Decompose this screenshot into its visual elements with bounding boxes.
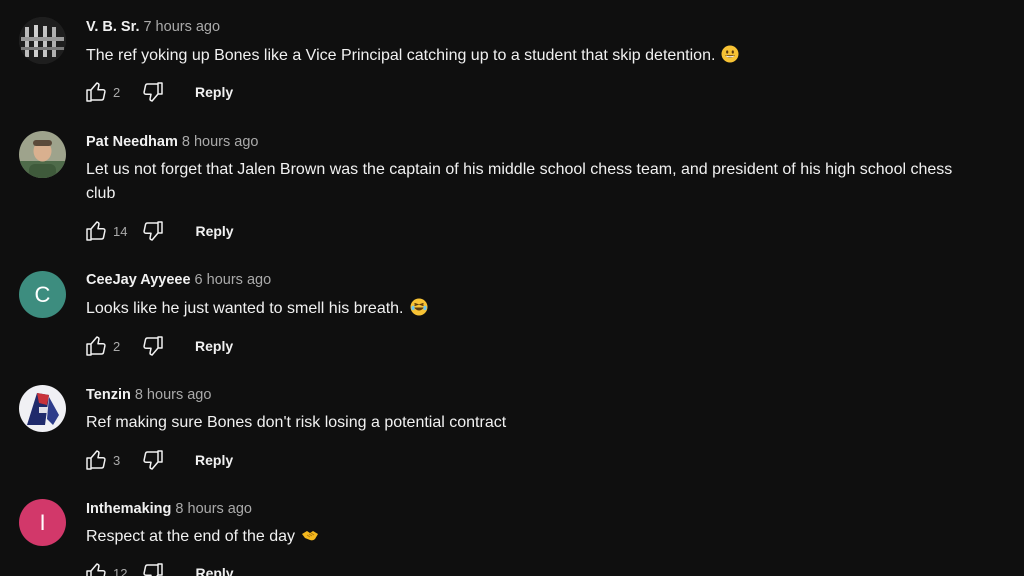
comment-body: Respect at the end of the day [86, 528, 296, 545]
comment-text: Respect at the end of the day [86, 525, 986, 549]
comment-actions: 3 Reply [84, 448, 233, 472]
like-count: 3 [113, 452, 121, 468]
comment-meta: Tenzin 8 hours ago [86, 387, 211, 403]
reply-button[interactable]: Reply [195, 452, 233, 468]
comment-author[interactable]: CeeJay Ayyeee [86, 272, 191, 288]
avatar-letter: C [34, 281, 51, 307]
thumbs-up-icon[interactable] [84, 448, 108, 472]
avatar-photo [19, 131, 66, 178]
thumbs-down-icon[interactable] [141, 219, 165, 243]
comment-meta: CeeJay Ayyeee 6 hours ago [86, 272, 271, 288]
comment-meta: Inthemaking 8 hours ago [86, 501, 252, 517]
laughing-face-icon [410, 298, 427, 316]
comment-body: Looks like he just wanted to smell his b… [86, 300, 404, 317]
like-count: 14 [113, 223, 128, 239]
comments-list: V. B. Sr. 7 hours ago The ref yoking up B… [0, 0, 1024, 576]
like-count: 2 [113, 84, 121, 100]
comment-body: Ref making sure Bones don't risk losing … [86, 414, 507, 431]
thumbs-up-icon[interactable] [84, 334, 108, 358]
comment-text: Let us not forget that Jalen Brown was t… [86, 158, 986, 206]
avatar[interactable] [19, 131, 66, 178]
thumbs-down-icon[interactable] [141, 448, 165, 472]
comment-actions: 2 Reply [84, 334, 233, 358]
thumbs-up-icon[interactable] [84, 561, 108, 576]
thumbs-up-icon[interactable] [84, 219, 108, 243]
thumbs-up-icon[interactable] [84, 80, 108, 104]
handshake-icon [302, 531, 319, 541]
comment-time[interactable]: 8 hours ago [135, 387, 212, 403]
reply-button[interactable]: Reply [195, 84, 233, 100]
comment-time[interactable]: 6 hours ago [195, 272, 272, 288]
comment-author[interactable]: Tenzin [86, 387, 131, 403]
comment-time[interactable]: 8 hours ago [182, 134, 259, 150]
like-count: 12 [113, 565, 128, 576]
avatar[interactable]: C [19, 271, 66, 318]
avatar-letter: I [39, 509, 46, 535]
comment-text: The ref yoking up Bones like a Vice Prin… [86, 44, 986, 68]
avatar-photo [19, 385, 66, 432]
reply-button[interactable]: Reply [195, 565, 233, 576]
comment-time[interactable]: 8 hours ago [175, 501, 252, 517]
comment-meta: V. B. Sr. 7 hours ago [86, 19, 220, 35]
thumbs-down-icon[interactable] [141, 561, 165, 576]
comment-body: The ref yoking up Bones like a Vice Prin… [86, 47, 716, 64]
reply-button[interactable]: Reply [195, 223, 233, 239]
avatar[interactable] [19, 385, 66, 432]
comment-actions: 12 Reply [84, 561, 234, 576]
comment-text: Looks like he just wanted to smell his b… [86, 297, 986, 321]
comment-actions: 2 Reply [84, 80, 233, 104]
like-count: 2 [113, 338, 121, 354]
comment-time[interactable]: 7 hours ago [143, 19, 220, 35]
avatar[interactable]: I [19, 499, 66, 546]
grinning-face-icon [721, 45, 739, 63]
comment-actions: 14 Reply [84, 219, 234, 243]
comment-text: Ref making sure Bones don't risk losing … [86, 411, 986, 435]
reply-button[interactable]: Reply [195, 338, 233, 354]
comment-meta: Pat Needham 8 hours ago [86, 134, 258, 150]
comment-body: Let us not forget that Jalen Brown was t… [86, 161, 953, 202]
avatar-photo [19, 17, 66, 64]
comment-author[interactable]: Pat Needham [86, 134, 178, 150]
comment-author[interactable]: V. B. Sr. [86, 19, 139, 35]
avatar[interactable] [19, 17, 66, 64]
thumbs-down-icon[interactable] [141, 80, 165, 104]
thumbs-down-icon[interactable] [141, 334, 165, 358]
comment-author[interactable]: Inthemaking [86, 501, 171, 517]
